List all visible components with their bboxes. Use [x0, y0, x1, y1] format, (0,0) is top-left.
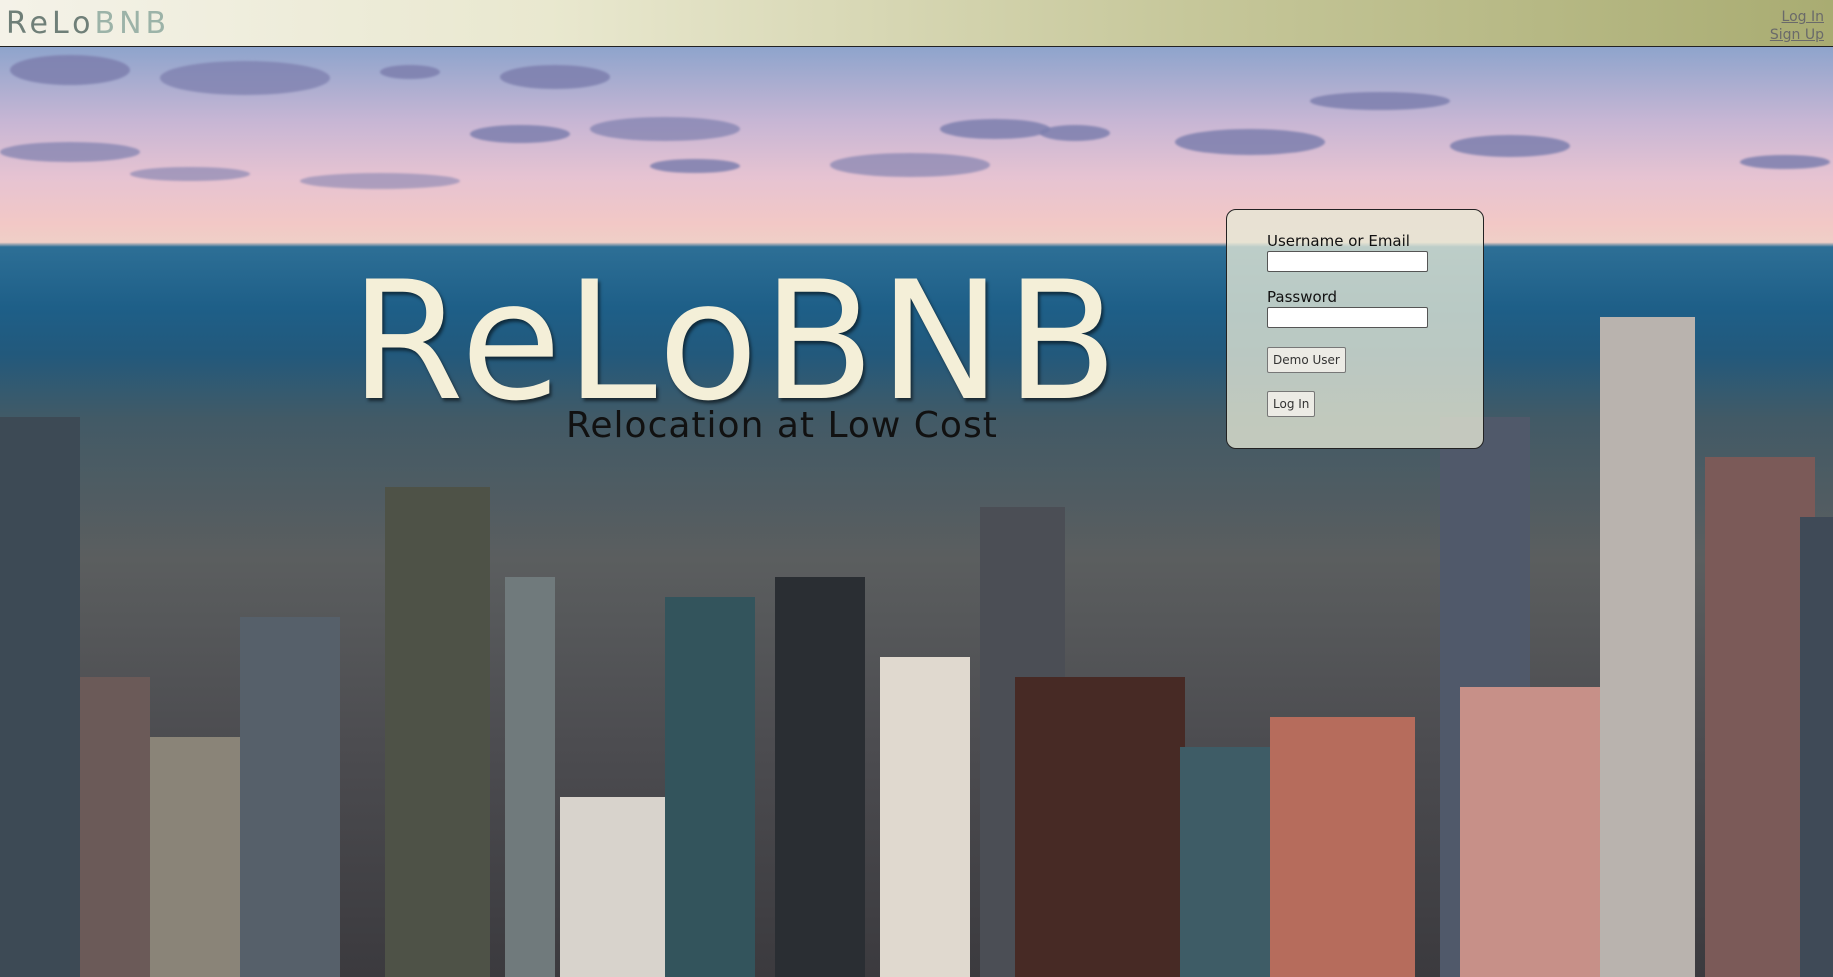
login-link[interactable]: Log In: [1770, 8, 1824, 26]
hero-background-image: ReLoBNB Relocation at Low Cost Username …: [0, 47, 1833, 977]
username-input[interactable]: [1267, 251, 1428, 272]
login-form: Username or Email Password Demo User Log…: [1226, 209, 1484, 449]
top-navbar: ReLoBNB Log In Sign Up: [0, 0, 1833, 47]
hero-subtitle: Relocation at Low Cost: [566, 405, 998, 446]
username-label: Username or Email: [1267, 232, 1410, 250]
signup-link[interactable]: Sign Up: [1770, 26, 1824, 44]
password-label: Password: [1267, 288, 1338, 306]
nav-logo-part1: ReLo: [6, 6, 95, 41]
auth-links: Log In Sign Up: [1770, 8, 1824, 44]
nav-logo-part2: BNB: [94, 6, 171, 41]
password-input[interactable]: [1267, 307, 1428, 328]
demo-user-button[interactable]: Demo User: [1267, 347, 1346, 373]
login-button[interactable]: Log In: [1267, 391, 1316, 417]
nav-logo[interactable]: ReLoBNB: [6, 4, 170, 44]
